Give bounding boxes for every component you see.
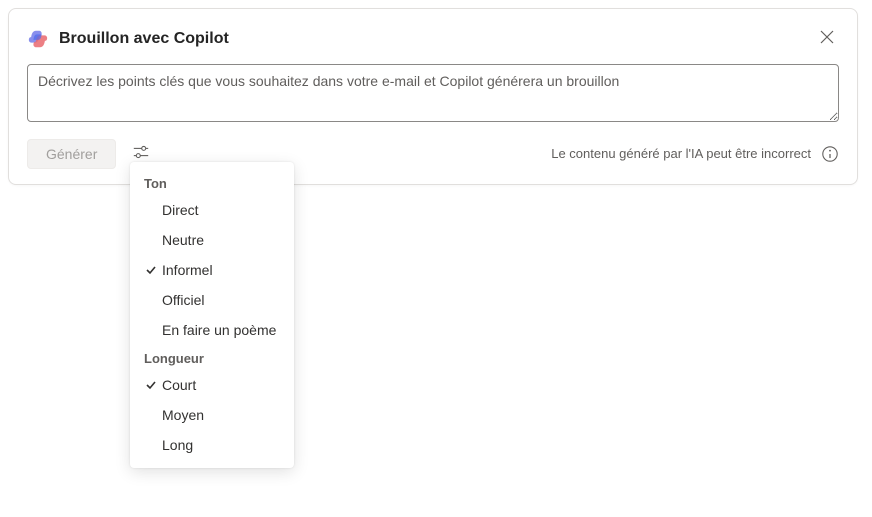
length-option-label: Court (162, 377, 280, 393)
card-header: Brouillon avec Copilot (27, 25, 839, 52)
tone-option-label: Informel (162, 262, 280, 278)
length-option-label: Moyen (162, 407, 280, 423)
copilot-icon (27, 28, 49, 50)
length-option[interactable]: Long (130, 430, 294, 460)
tone-option[interactable]: Informel (130, 255, 294, 285)
length-section-label: Longueur (130, 345, 294, 370)
tone-option[interactable]: Neutre (130, 225, 294, 255)
close-button[interactable] (815, 25, 839, 52)
length-option[interactable]: Court (130, 370, 294, 400)
check-icon (142, 264, 160, 276)
disclaimer-group: Le contenu généré par l'IA peut être inc… (551, 145, 839, 163)
tone-option-label: En faire un poème (162, 322, 280, 338)
tone-length-dropdown: Ton Direct Neutre Informel Officiel En faire… (130, 162, 294, 468)
sliders-icon (132, 143, 150, 164)
tone-option[interactable]: En faire un poème (130, 315, 294, 345)
card-title: Brouillon avec Copilot (59, 30, 229, 48)
tone-option-label: Direct (162, 202, 280, 218)
title-group: Brouillon avec Copilot (27, 28, 229, 50)
tone-option[interactable]: Officiel (130, 285, 294, 315)
length-option[interactable]: Moyen (130, 400, 294, 430)
disclaimer-text: Le contenu généré par l'IA peut être inc… (551, 146, 811, 161)
length-option-label: Long (162, 437, 280, 453)
close-icon (819, 29, 835, 48)
tone-option-label: Neutre (162, 232, 280, 248)
check-icon (142, 379, 160, 391)
generate-button[interactable]: Générer (27, 139, 116, 169)
tone-option-label: Officiel (162, 292, 280, 308)
info-icon[interactable] (821, 145, 839, 163)
prompt-textarea[interactable] (27, 64, 839, 122)
tone-section-label: Ton (130, 170, 294, 195)
tone-option[interactable]: Direct (130, 195, 294, 225)
copilot-draft-card: Brouillon avec Copilot Générer (8, 8, 858, 185)
